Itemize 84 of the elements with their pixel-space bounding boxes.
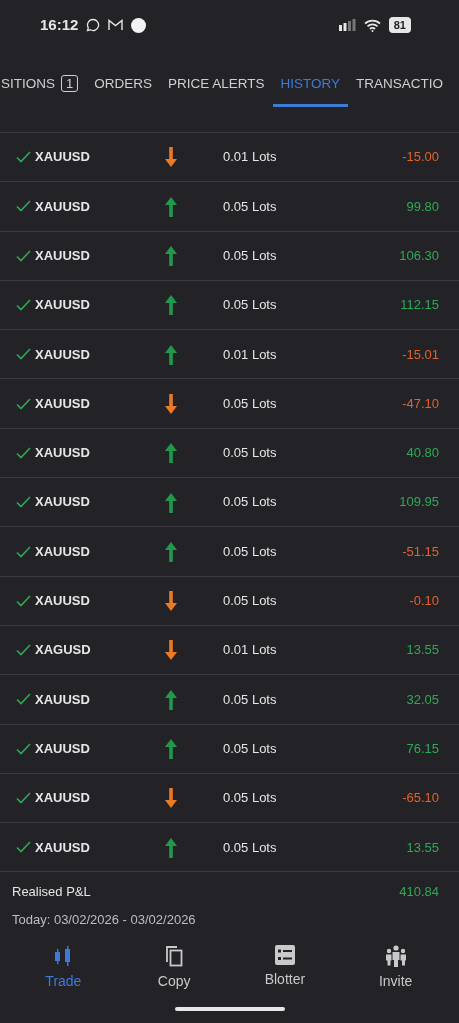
chat-icon bbox=[86, 18, 101, 32]
symbol: XAUUSD bbox=[35, 592, 91, 611]
pnl-value: -47.10 bbox=[402, 394, 439, 413]
symbol: XAGUSD bbox=[35, 641, 92, 660]
pnl-value: 99.80 bbox=[406, 197, 439, 216]
check-icon bbox=[16, 200, 31, 213]
symbol: XAUUSD bbox=[35, 394, 91, 413]
lot-size: 0.05 Lots bbox=[223, 444, 278, 463]
lot-size: 0.05 Lots bbox=[223, 592, 278, 611]
lot-size: 0.05 Lots bbox=[223, 197, 278, 216]
tab[interactable]: ORDERS bbox=[86, 50, 160, 107]
lot-size: 0.05 Lots bbox=[223, 296, 278, 315]
date-range: Today: 03/02/2026 - 03/02/2026 bbox=[12, 910, 197, 929]
tab[interactable]: SITIONS 1 bbox=[0, 50, 87, 107]
check-icon bbox=[16, 397, 31, 410]
pnl-value: -15.01 bbox=[402, 345, 439, 364]
pnl-value: 106.30 bbox=[399, 247, 439, 265]
check-icon bbox=[16, 446, 31, 459]
check-icon bbox=[16, 249, 31, 262]
symbol: XAUUSD bbox=[35, 739, 91, 758]
lot-size: 0.05 Lots bbox=[223, 838, 278, 857]
symbol: XAUUSD bbox=[35, 789, 91, 808]
pnl-value: 109.95 bbox=[399, 493, 439, 512]
tab[interactable]: TRANSACTIO bbox=[348, 50, 444, 107]
signal-icon bbox=[338, 19, 356, 31]
symbol: XAUUSD bbox=[35, 542, 91, 561]
list-icon bbox=[274, 945, 295, 966]
symbol: XAUUSD bbox=[35, 345, 91, 364]
count-badge: 1 bbox=[61, 74, 79, 92]
copy-icon bbox=[165, 945, 184, 968]
nav-tab[interactable]: Copy bbox=[124, 944, 225, 994]
pnl-value: 13.55 bbox=[406, 838, 439, 857]
check-icon bbox=[16, 545, 31, 558]
check-icon bbox=[16, 594, 31, 607]
wifi-icon bbox=[363, 18, 381, 32]
mail-icon bbox=[108, 19, 124, 31]
pnl-value: 76.15 bbox=[406, 739, 439, 758]
check-icon bbox=[16, 496, 31, 509]
pnl-value: -51.15 bbox=[402, 542, 439, 561]
summary-value: 410.84 bbox=[399, 883, 439, 902]
lot-size: 0.01 Lots bbox=[223, 345, 278, 364]
symbol: XAUUSD bbox=[35, 197, 91, 216]
lot-size: 0.05 Lots bbox=[223, 247, 278, 265]
pnl-value: -0.10 bbox=[409, 592, 439, 611]
tab[interactable]: PRICE ALERTS bbox=[160, 50, 273, 107]
lot-size: 0.01 Lots bbox=[223, 641, 278, 660]
check-icon bbox=[16, 151, 31, 164]
pnl-value: 13.55 bbox=[406, 641, 439, 660]
nav-tab[interactable]: Trade bbox=[13, 944, 114, 994]
status-time: 16:12 bbox=[40, 14, 79, 35]
summary-label: Realised P&L bbox=[12, 883, 91, 902]
symbol: XAUUSD bbox=[35, 296, 91, 315]
symbol: XAUUSD bbox=[35, 148, 91, 167]
nav-tab[interactable]: Invite bbox=[345, 944, 446, 994]
symbol: XAUUSD bbox=[35, 493, 91, 512]
pnl-value: 112.15 bbox=[400, 296, 439, 315]
pnl-value: -15.00 bbox=[402, 148, 439, 167]
symbol: XAUUSD bbox=[35, 444, 91, 463]
check-icon bbox=[16, 693, 31, 706]
check-icon bbox=[16, 742, 31, 755]
candlestick-icon bbox=[54, 945, 73, 968]
nav-tab[interactable]: Blotter bbox=[234, 944, 335, 994]
battery-level: 81 bbox=[388, 16, 411, 34]
check-icon bbox=[16, 644, 31, 657]
people-icon bbox=[384, 945, 407, 968]
symbol: XAUUSD bbox=[35, 247, 91, 265]
tab[interactable]: HISTORY bbox=[272, 50, 349, 107]
pnl-value: -65.10 bbox=[402, 789, 439, 808]
lot-size: 0.05 Lots bbox=[223, 493, 278, 512]
lot-size: 0.05 Lots bbox=[223, 394, 278, 413]
check-icon bbox=[16, 792, 31, 804]
lot-size: 0.05 Lots bbox=[223, 739, 278, 758]
lot-size: 0.05 Lots bbox=[223, 690, 278, 709]
check-icon bbox=[16, 841, 31, 854]
pnl-value: 32.05 bbox=[406, 690, 439, 709]
check-icon bbox=[16, 348, 31, 361]
lot-size: 0.05 Lots bbox=[223, 789, 278, 808]
pnl-value: 40.80 bbox=[406, 444, 439, 463]
symbol: XAUUSD bbox=[35, 690, 91, 709]
lot-size: 0.01 Lots bbox=[223, 148, 278, 167]
symbol: XAUUSD bbox=[35, 838, 91, 857]
notification-dot-icon bbox=[131, 17, 147, 33]
lot-size: 0.05 Lots bbox=[223, 542, 278, 561]
check-icon bbox=[16, 299, 31, 312]
